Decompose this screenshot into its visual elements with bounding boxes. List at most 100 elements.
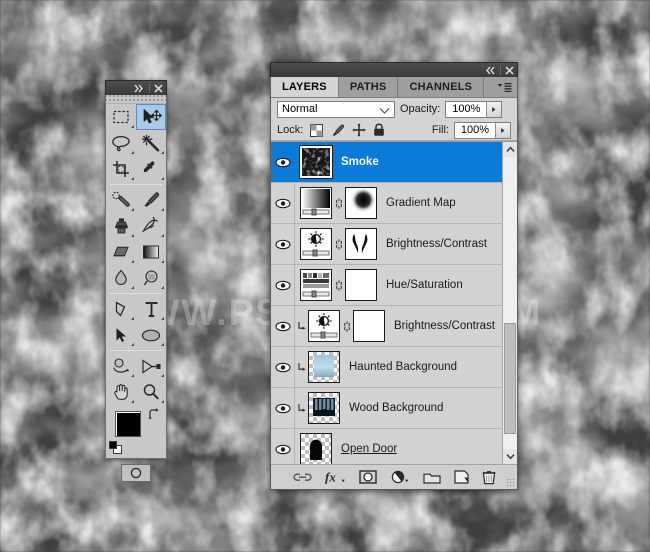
tool-dodge-tool[interactable] — [136, 265, 166, 291]
layer-visibility-toggle[interactable] — [271, 347, 295, 387]
layer-name[interactable]: Open Door — [341, 443, 397, 455]
double-chevron-left-icon[interactable] — [485, 66, 496, 75]
fill-field[interactable]: 100% — [454, 121, 511, 139]
default-colors-icon[interactable] — [109, 441, 122, 459]
panel-menu-icon[interactable] — [494, 77, 517, 97]
panel-resize-grip[interactable] — [506, 478, 515, 487]
opacity-value[interactable]: 100% — [446, 101, 487, 117]
layer-thumbnail[interactable] — [300, 433, 332, 464]
mask-link-icon[interactable] — [332, 197, 345, 210]
tool-3d-object-rotate-tool[interactable] — [106, 353, 136, 379]
layer-mask-thumbnail[interactable] — [345, 187, 377, 219]
chevron-down-icon[interactable] — [503, 449, 517, 464]
layer-name[interactable]: Hue/Saturation — [386, 279, 463, 291]
tool-hand-tool[interactable] — [106, 379, 136, 405]
layer-thumbnail[interactable] — [299, 145, 333, 179]
quick-mask-icon[interactable] — [121, 464, 151, 482]
tool-clone-stamp-tool[interactable] — [106, 213, 136, 239]
close-icon[interactable] — [154, 83, 163, 93]
table-row[interactable]: Hue/Saturation — [271, 265, 502, 306]
adjustment-thumbnail-brightness-contrast-icon[interactable] — [308, 310, 340, 342]
layer-thumbnail[interactable] — [308, 392, 340, 424]
close-icon[interactable] — [505, 65, 514, 75]
tool-path-selection-tool[interactable] — [106, 322, 136, 348]
blend-mode-select[interactable]: Normal — [277, 100, 395, 118]
new-adjustment-layer-button[interactable] — [390, 470, 410, 484]
layer-mask-thumbnail[interactable] — [345, 269, 377, 301]
tab-layers[interactable]: LAYERS — [271, 77, 339, 97]
mask-link-icon[interactable] — [340, 320, 353, 333]
tool-eyedropper-tool[interactable] — [136, 156, 166, 182]
toolbar-drag-grip[interactable] — [106, 95, 166, 104]
opacity-field[interactable]: 100% — [445, 100, 503, 118]
tool-zoom-tool[interactable] — [136, 379, 166, 405]
layer-mask-thumbnail[interactable] — [345, 228, 377, 260]
tool-pen-tool[interactable] — [106, 296, 136, 322]
new-group-button[interactable] — [422, 471, 441, 484]
layer-name[interactable]: Smoke — [341, 156, 379, 168]
lock-position-icon[interactable] — [352, 123, 366, 137]
add-layer-mask-button[interactable] — [358, 470, 377, 484]
table-row[interactable]: Open Door — [271, 429, 502, 464]
table-row[interactable]: Haunted Background — [271, 347, 502, 388]
table-row[interactable]: Brightness/Contrast — [271, 306, 502, 347]
layer-visibility-toggle[interactable] — [271, 224, 295, 264]
double-chevron-right-icon[interactable] — [134, 84, 145, 93]
tool-brush-tool[interactable] — [136, 187, 166, 213]
tool-horizontal-type-tool[interactable] — [136, 296, 166, 322]
adjustment-thumbnail-hue-saturation-icon[interactable] — [300, 269, 332, 301]
tool-gradient-tool[interactable] — [136, 239, 166, 265]
layer-name[interactable]: Brightness/Contrast — [386, 238, 487, 250]
layer-list-scrollbar[interactable] — [502, 142, 517, 464]
layer-visibility-toggle[interactable] — [271, 306, 295, 346]
scrollbar-thumb[interactable] — [504, 323, 516, 435]
new-layer-button[interactable] — [453, 470, 469, 484]
tool-ellipse-tool[interactable] — [136, 322, 166, 348]
lock-image-pixels-icon[interactable] — [330, 123, 345, 137]
lock-label: Lock: — [277, 124, 304, 136]
lock-transparent-pixels-icon[interactable] — [310, 123, 324, 137]
tab-paths[interactable]: PATHS — [338, 77, 399, 97]
tool-healing-brush-tool[interactable] — [106, 187, 136, 213]
tool-eraser-tool[interactable] — [106, 239, 136, 265]
swap-colors-icon[interactable] — [148, 407, 160, 425]
layer-visibility-toggle[interactable] — [271, 388, 295, 428]
layer-visibility-toggle[interactable] — [271, 429, 295, 464]
link-layers-button[interactable] — [292, 472, 312, 483]
table-row[interactable]: Gradient Map — [271, 183, 502, 224]
mask-link-icon[interactable] — [332, 238, 345, 251]
adjustment-thumbnail-gradient-map-icon[interactable] — [300, 187, 332, 219]
tool-lasso-tool[interactable] — [106, 130, 136, 156]
adjustment-thumbnail-brightness-contrast-icon[interactable] — [300, 228, 332, 260]
table-row[interactable]: Wood Background — [271, 388, 502, 429]
tool-history-brush-tool[interactable] — [136, 213, 166, 239]
delete-layer-button[interactable] — [482, 470, 496, 485]
layer-thumbnail[interactable] — [308, 351, 340, 383]
fill-slider-arrow-icon[interactable] — [495, 122, 510, 138]
layer-name[interactable]: Brightness/Contrast — [394, 320, 495, 332]
foreground-color-swatch[interactable] — [115, 411, 141, 437]
opacity-slider-arrow-icon[interactable] — [486, 101, 502, 117]
tab-channels[interactable]: CHANNELS — [398, 77, 485, 97]
table-row[interactable]: Brightness/Contrast — [271, 224, 502, 265]
tool-blur-tool[interactable] — [106, 265, 136, 291]
tool-move-tool[interactable] — [136, 104, 166, 130]
tool-magic-wand-tool[interactable] — [136, 130, 166, 156]
layer-name[interactable]: Gradient Map — [386, 197, 456, 209]
table-row[interactable]: Smoke — [271, 142, 502, 183]
layer-visibility-toggle[interactable] — [271, 265, 295, 305]
fill-value[interactable]: 100% — [455, 122, 495, 138]
mask-link-icon[interactable] — [332, 279, 345, 292]
layer-visibility-toggle[interactable] — [271, 183, 295, 223]
tool-rectangular-marquee-tool[interactable] — [106, 104, 136, 130]
tool-3d-camera-rotate-tool[interactable] — [136, 353, 166, 379]
scrollbar-track[interactable] — [503, 157, 517, 449]
layer-mask-thumbnail[interactable] — [353, 310, 385, 342]
layer-name[interactable]: Haunted Background — [349, 361, 457, 373]
layer-visibility-toggle[interactable] — [271, 142, 295, 182]
layer-style-button[interactable]: fx — [325, 470, 346, 484]
chevron-up-icon[interactable] — [503, 142, 517, 157]
lock-all-icon[interactable] — [373, 123, 385, 137]
layer-name[interactable]: Wood Background — [349, 402, 443, 414]
tool-crop-tool[interactable] — [106, 156, 136, 182]
